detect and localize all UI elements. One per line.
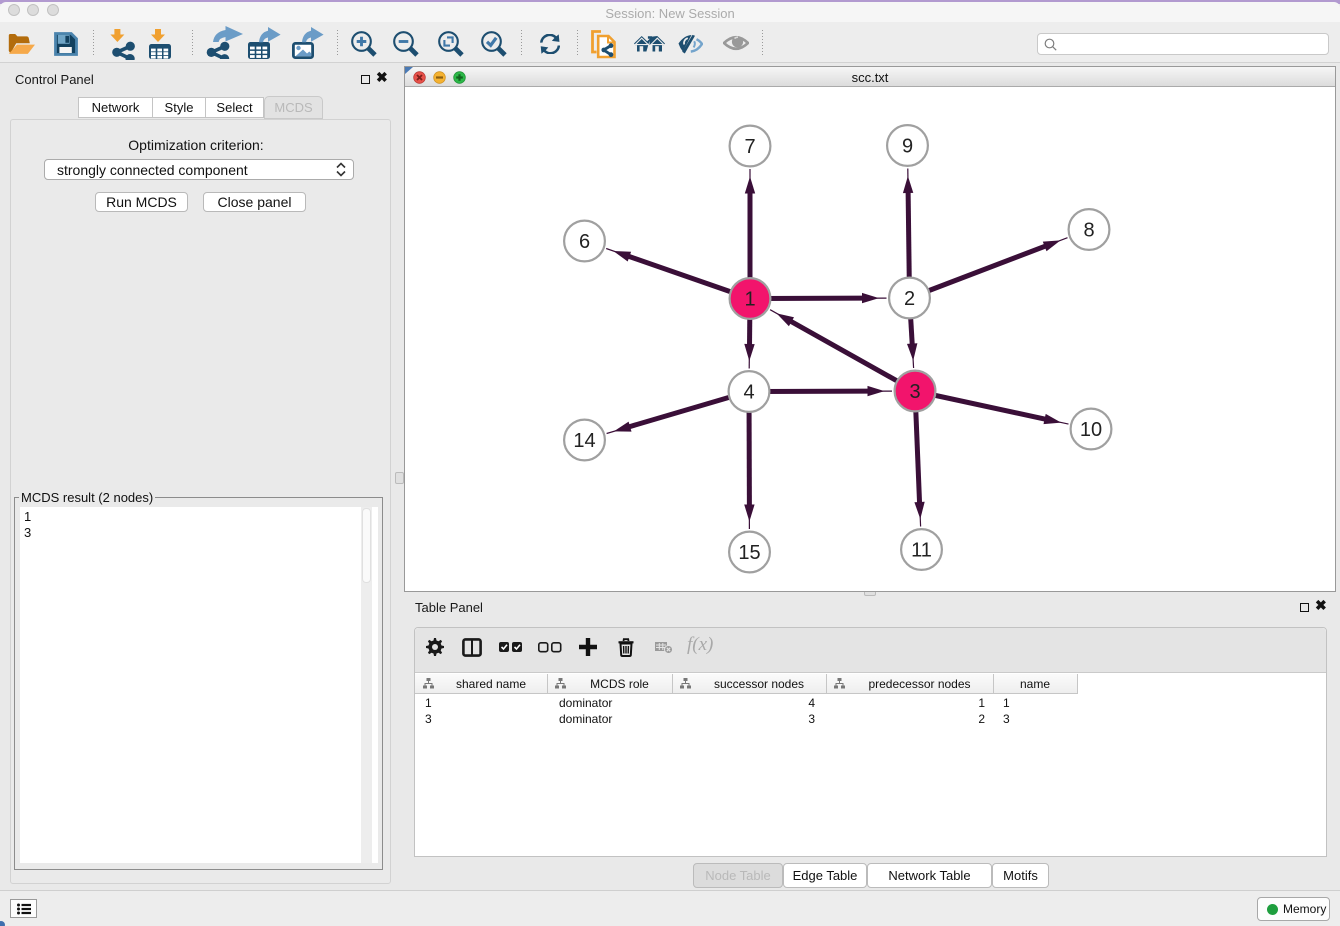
svg-text:1: 1: [744, 289, 755, 311]
svg-text:2: 2: [904, 288, 915, 310]
svg-text:11: 11: [911, 540, 932, 562]
svg-text:7: 7: [744, 136, 755, 158]
svg-text:8: 8: [1083, 220, 1094, 242]
svg-text:6: 6: [579, 231, 590, 253]
svg-text:3: 3: [909, 381, 920, 403]
svg-text:4: 4: [743, 382, 754, 404]
svg-text:10: 10: [1080, 419, 1102, 441]
svg-text:14: 14: [573, 430, 595, 452]
svg-text:9: 9: [902, 136, 913, 158]
svg-text:15: 15: [738, 542, 760, 564]
